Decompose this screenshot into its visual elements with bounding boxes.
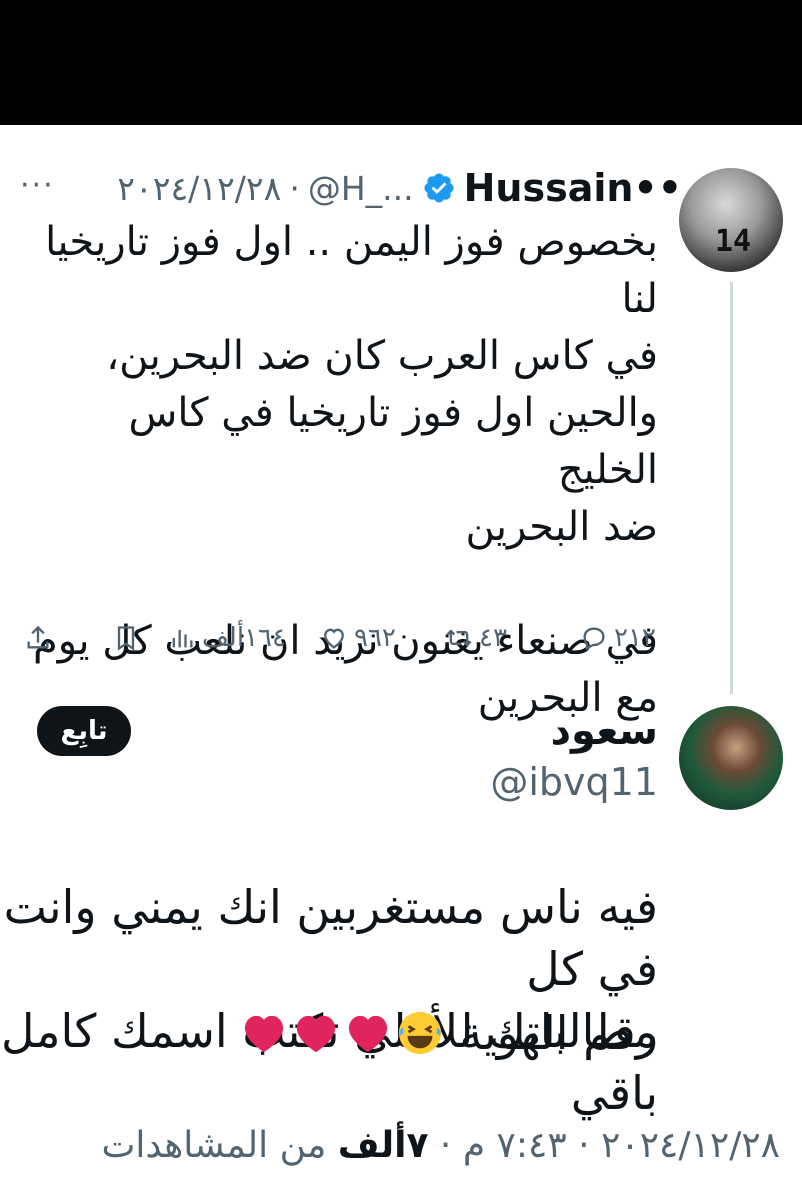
meta-separator: · bbox=[289, 168, 300, 208]
parent-action-bar: ٢١٢ ٤٣ ٩٦٢ ١٦٤ألف bbox=[20, 618, 660, 658]
views-count: ١٦٤ألف bbox=[202, 623, 286, 653]
reply-author-name[interactable]: سعود bbox=[550, 708, 658, 754]
repost-count: ٤٣ bbox=[479, 623, 507, 653]
avatar-jersey-number: 14 bbox=[715, 224, 752, 259]
verified-icon bbox=[424, 173, 454, 203]
repost-button[interactable]: ٤٣ bbox=[445, 618, 507, 658]
reply-views-label: من المشاهدات bbox=[101, 1125, 327, 1166]
reply-handle[interactable]: @ibvq11 bbox=[490, 760, 658, 804]
reply-date[interactable]: ٢٠٢٤/١٢/٢٨ bbox=[601, 1125, 780, 1166]
parent-handle[interactable]: @H_... bbox=[308, 169, 414, 208]
share-button[interactable] bbox=[24, 618, 52, 658]
reply-icon bbox=[583, 627, 605, 651]
like-count: ٩٦٢ bbox=[354, 623, 396, 653]
parent-date[interactable]: ٢٠٢٤/١٢/٢٨ bbox=[117, 169, 281, 208]
parent-author-name[interactable]: Hussain•• bbox=[464, 166, 682, 210]
more-options-icon[interactable]: ··· bbox=[20, 168, 55, 203]
heart-icon bbox=[297, 1015, 336, 1053]
thread-line bbox=[730, 282, 733, 694]
reply-time[interactable]: ٧:٤٣ م bbox=[463, 1125, 567, 1166]
reply-count: ٢١٢ bbox=[614, 623, 656, 653]
footer-dot: · bbox=[439, 1125, 452, 1166]
reply-button[interactable]: ٢١٢ bbox=[580, 618, 656, 658]
reply-last-line: رقم الهوية bbox=[241, 1002, 658, 1064]
bookmark-icon bbox=[117, 626, 135, 651]
repost-icon bbox=[446, 629, 472, 647]
heart-icon bbox=[245, 1015, 284, 1053]
reply-footer: ٢٠٢٤/١٢/٢٨ · ٧:٤٣ م · ٧ألف من المشاهدات bbox=[102, 1125, 781, 1166]
views-button[interactable]: ١٦٤ألف bbox=[168, 618, 286, 658]
parent-header: Hussain•• @H_... · ٢٠٢٤/١٢/٢٨ bbox=[117, 165, 682, 211]
top-black-bar bbox=[0, 0, 802, 125]
reply-last-line-text: رقم الهوية bbox=[459, 1006, 658, 1060]
reply-avatar[interactable] bbox=[679, 706, 783, 810]
parent-avatar[interactable]: 14 bbox=[679, 168, 783, 272]
reply-views-count: ٧ألف bbox=[337, 1125, 429, 1166]
views-icon bbox=[172, 629, 193, 648]
laugh-icon bbox=[399, 1011, 442, 1055]
share-icon bbox=[27, 625, 49, 649]
heart-icon bbox=[349, 1015, 388, 1053]
like-icon bbox=[324, 628, 344, 649]
bookmark-button[interactable] bbox=[112, 618, 140, 658]
like-button[interactable]: ٩٦٢ bbox=[320, 618, 396, 658]
footer-dot: · bbox=[578, 1125, 590, 1166]
follow-button[interactable]: تابِع bbox=[37, 706, 131, 756]
reply-tweet-text: فيه ناس مستغربين انك يمني وانت في كل مطا… bbox=[1, 880, 658, 1120]
